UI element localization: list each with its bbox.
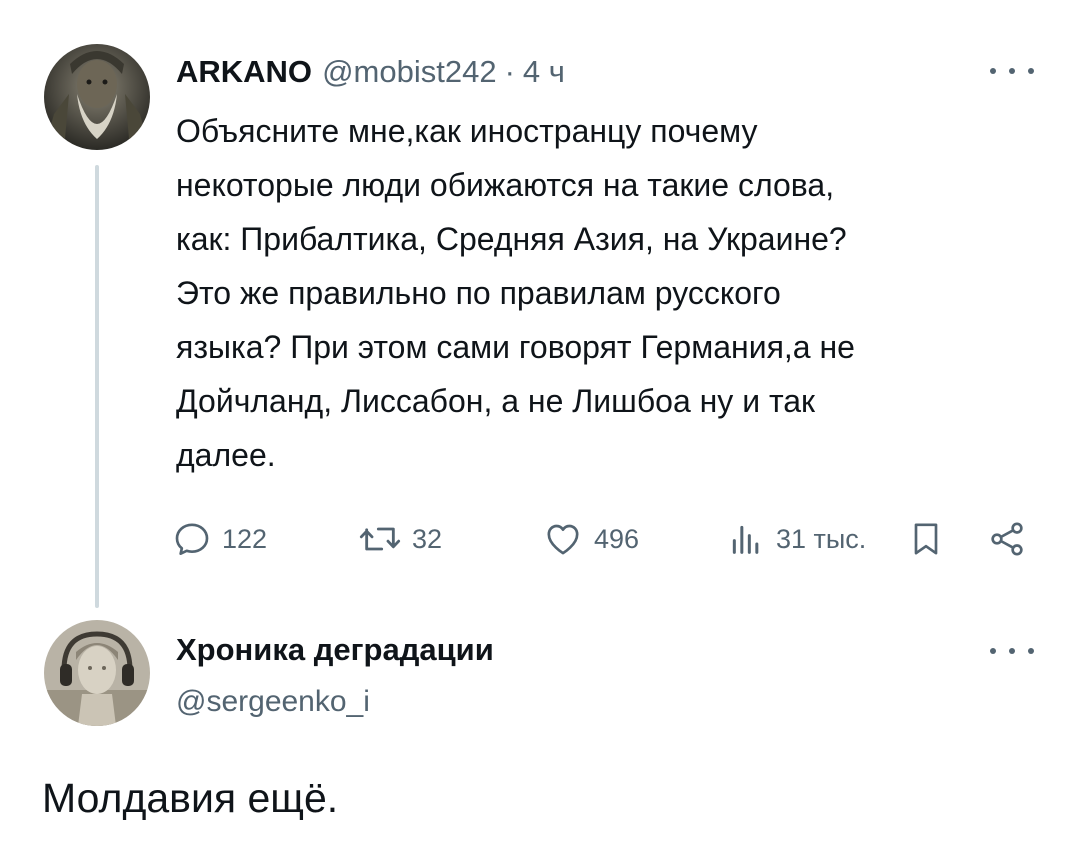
- reply-author-avatar-image: [44, 620, 150, 726]
- tweet-actions-bar: 122 32 496 31 тыс.: [170, 512, 1040, 566]
- thread-connector-line: [95, 165, 99, 608]
- author-handle[interactable]: @mobist242: [322, 50, 497, 94]
- retweet-button[interactable]: 32: [358, 512, 442, 566]
- author-avatar-image: [44, 44, 150, 150]
- bookmark-button[interactable]: [906, 512, 946, 566]
- author-avatar[interactable]: [44, 44, 150, 150]
- like-count: 496: [594, 523, 640, 554]
- share-icon: [991, 522, 1023, 556]
- reply-author-name[interactable]: Хроника деградации: [176, 628, 494, 672]
- views-icon: [732, 525, 759, 554]
- reply-text: Молдавия ещё.: [42, 775, 339, 821]
- share-button[interactable]: [986, 512, 1028, 566]
- views-count: 31 тыс.: [776, 523, 867, 554]
- author-name[interactable]: ARKANO: [176, 50, 312, 94]
- reply-button[interactable]: 122: [172, 512, 267, 566]
- more-icon[interactable]: [990, 61, 1034, 81]
- reply-count: 122: [222, 523, 268, 554]
- bookmark-icon: [914, 523, 938, 555]
- reply-author-handle[interactable]: @sergeenko_i: [176, 680, 494, 724]
- reply-header: Хроника деградации @sergeenko_i: [176, 628, 494, 724]
- like-icon: [547, 524, 579, 555]
- separator-dot: ·: [504, 54, 515, 89]
- retweet-count: 32: [412, 523, 443, 554]
- reply-author-avatar[interactable]: [44, 620, 150, 726]
- retweet-icon: [359, 527, 401, 551]
- tweet-timestamp[interactable]: 4 ч: [523, 50, 565, 94]
- reply-icon: [175, 523, 209, 555]
- views-button[interactable]: 31 тыс.: [726, 512, 866, 566]
- tweet-text: Объясните мне,как иностранцу почему неко…: [176, 113, 855, 473]
- tweet-thread: ARKANO @mobist242 · 4 ч Объясните мне,ка…: [0, 0, 1080, 857]
- reply-more-icon[interactable]: [990, 641, 1034, 661]
- tweet-header: ARKANO @mobist242 · 4 ч: [176, 50, 565, 94]
- like-button[interactable]: 496: [542, 512, 639, 566]
